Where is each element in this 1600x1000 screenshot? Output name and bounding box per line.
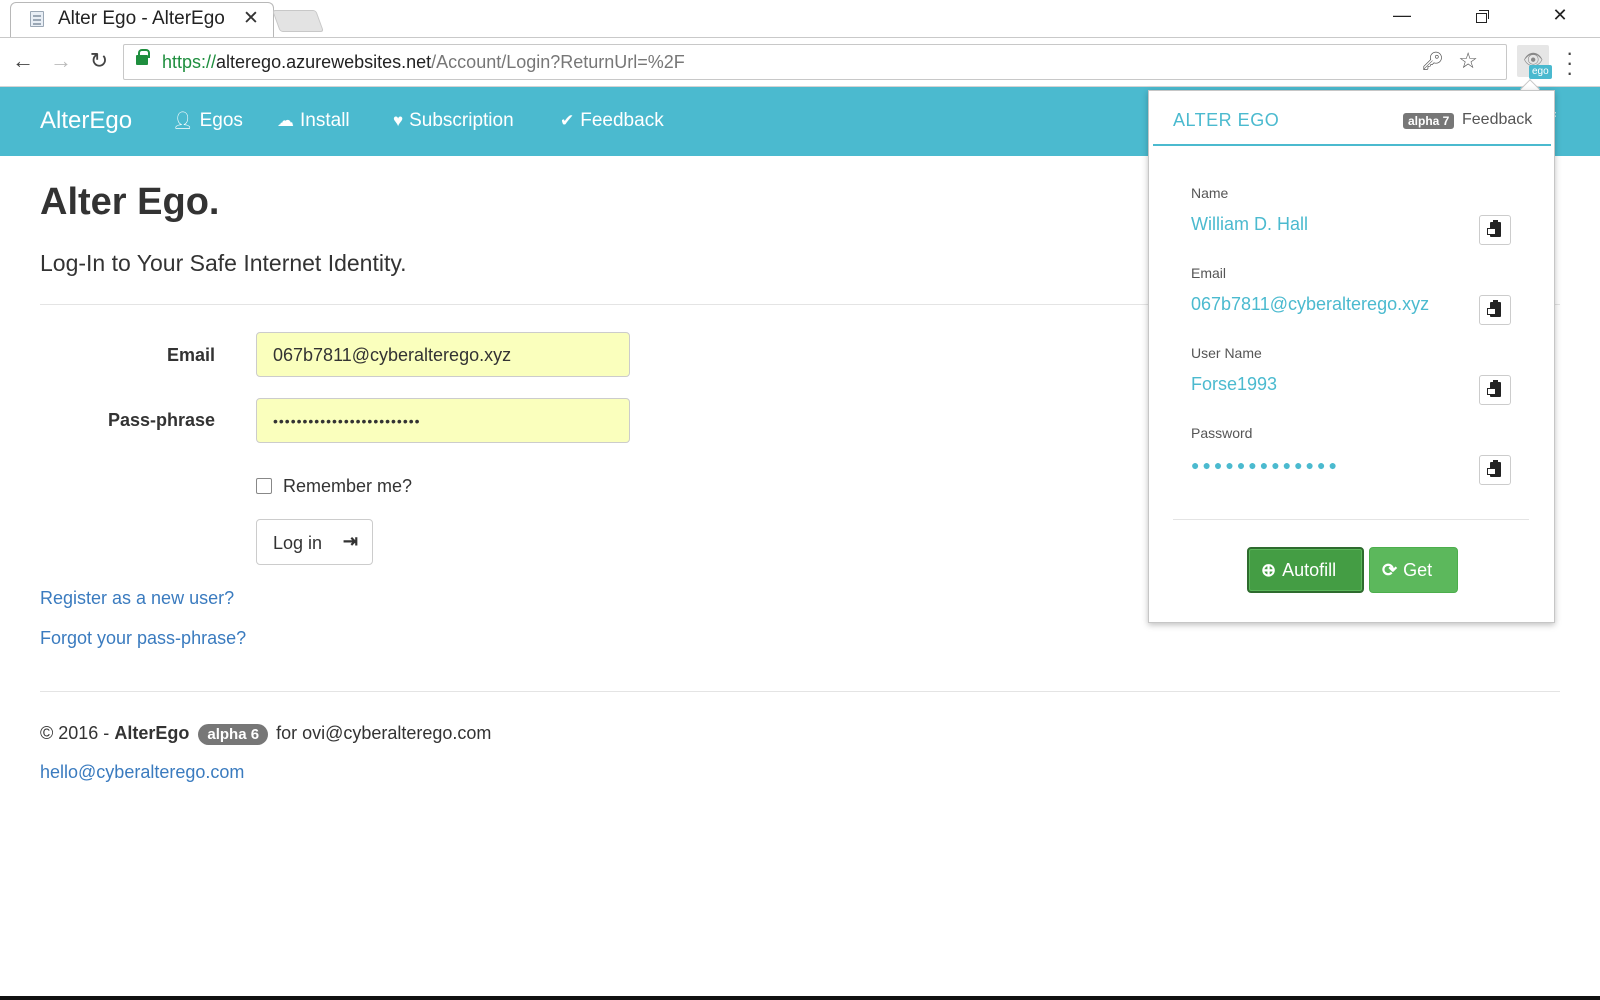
- footer-brand: AlterEgo: [114, 723, 190, 743]
- url-path: /Account/Login?ReturnUrl=%2F: [431, 52, 685, 72]
- popup-title: ALTER EGO: [1173, 110, 1280, 130]
- new-tab-button[interactable]: [271, 10, 325, 32]
- footer-copyright: © 2016 - AlterEgo alpha 6 for ovi@cybera…: [40, 723, 491, 745]
- key-icon[interactable]: 🔑︎: [1421, 51, 1444, 72]
- brand-link[interactable]: AlterEgo: [40, 107, 132, 135]
- url-host: alterego.azurewebsites.net: [216, 52, 432, 72]
- refresh-icon: ⟳: [1382, 559, 1398, 580]
- browser-tabstrip: Alter Ego - AlterEgo ✕ — ✕: [0, 0, 1600, 38]
- copyright-text: © 2016 -: [40, 723, 110, 743]
- remember-me-label[interactable]: Remember me?: [283, 476, 412, 497]
- page-title: Alter Ego.: [40, 181, 220, 223]
- nav-egos[interactable]: 👤︎ Egos: [172, 110, 243, 132]
- email-label: Email: [166, 345, 215, 365]
- popup-password-label: Password: [1191, 425, 1253, 441]
- footer-divider: [40, 691, 1560, 692]
- forward-arrow-icon[interactable]: →: [46, 48, 76, 74]
- popup-feedback-link[interactable]: Feedback: [1462, 111, 1532, 129]
- clipboard-icon: [1487, 300, 1501, 317]
- page-subtitle: Log-In to Your Safe Internet Identity.: [40, 250, 407, 276]
- popup-username-label: User Name: [1191, 345, 1262, 361]
- cloud-download-icon: ☁: [277, 111, 294, 130]
- window-close-button[interactable]: ✕: [1540, 5, 1580, 26]
- nav-subscription[interactable]: ♥ Subscription: [393, 110, 514, 132]
- passphrase-field[interactable]: •••••••••••••••••••••••••: [256, 398, 630, 443]
- extension-badge: ego: [1529, 65, 1552, 79]
- popup-name-label: Name: [1191, 185, 1229, 201]
- popup-name-value: William D. Hall: [1191, 214, 1308, 234]
- download-circle-icon: ⊕: [1261, 560, 1277, 580]
- login-button[interactable]: Log in ⇥: [256, 519, 373, 565]
- popup-version-badge: alpha 7: [1403, 113, 1455, 129]
- tab-close-icon[interactable]: ✕: [243, 7, 259, 30]
- popup-password-value: ●●●●●●●●●●●●●: [1191, 457, 1340, 473]
- autofill-button[interactable]: ⊕ Autofill: [1247, 547, 1364, 593]
- contact-email-link[interactable]: hello@cyberalterego.com: [40, 762, 244, 783]
- nav-install[interactable]: ☁ Install: [277, 110, 350, 132]
- taskbar-edge: [0, 996, 1600, 1000]
- footer-for-text: for ovi@cyberalterego.com: [276, 723, 492, 743]
- reload-icon[interactable]: ↻: [84, 48, 114, 74]
- nav-subscription-label: Subscription: [409, 110, 514, 131]
- url-text[interactable]: https://alterego.azurewebsites.net/Accou…: [162, 52, 685, 73]
- nav-egos-label: Egos: [199, 110, 243, 131]
- clipboard-icon: [1487, 380, 1501, 397]
- remember-me-checkbox[interactable]: [256, 478, 272, 494]
- login-button-label: Log in: [273, 533, 323, 553]
- forgot-passphrase-link[interactable]: Forgot your pass-phrase?: [40, 628, 246, 649]
- passphrase-label: Pass-phrase: [107, 410, 215, 430]
- lock-icon: [136, 49, 150, 65]
- nav-install-label: Install: [300, 110, 350, 131]
- tab-title: Alter Ego - AlterEgo: [58, 8, 225, 29]
- user-icon: 👤︎: [172, 111, 194, 130]
- back-arrow-icon[interactable]: ←: [8, 48, 38, 74]
- popup-username-value: Forse1993: [1191, 374, 1278, 394]
- register-link[interactable]: Register as a new user?: [40, 588, 234, 609]
- popup-email-value: 067b7811@cyberalterego.xyz: [1191, 294, 1430, 314]
- copy-email-button[interactable]: [1479, 295, 1511, 325]
- check-circle-icon: ✔: [560, 111, 575, 130]
- copy-username-button[interactable]: [1479, 375, 1511, 405]
- window-minimize-button[interactable]: —: [1382, 5, 1422, 26]
- clipboard-icon: [1487, 460, 1501, 477]
- alterego-popup: ALTER EGO alpha 7 Feedback Name William …: [1148, 90, 1555, 623]
- address-bar[interactable]: https://alterego.azurewebsites.net/Accou…: [123, 44, 1507, 80]
- clipboard-icon: [1487, 220, 1501, 237]
- popup-email-label: Email: [1191, 265, 1227, 281]
- get-button[interactable]: ⟳ Get: [1369, 547, 1458, 593]
- nav-feedback-label: Feedback: [580, 110, 664, 131]
- alterego-extension-button[interactable]: 👁︎ ego: [1517, 45, 1552, 79]
- window-restore-button[interactable]: [1476, 10, 1489, 23]
- get-label: Get: [1403, 559, 1433, 580]
- nav-feedback[interactable]: ✔ Feedback: [560, 110, 664, 132]
- browser-menu-icon[interactable]: · · ·: [1566, 42, 1573, 84]
- bookmark-star-icon[interactable]: ☆: [1458, 48, 1478, 74]
- autofill-label: Autofill: [1282, 560, 1337, 580]
- popup-header: ALTER EGO alpha 7 Feedback: [1153, 91, 1551, 146]
- page-favicon-icon: [30, 11, 44, 27]
- browser-toolbar: ← → ↻ https://alterego.azurewebsites.net…: [0, 37, 1600, 87]
- popup-divider: [1173, 519, 1529, 520]
- heart-icon: ♥: [393, 111, 404, 130]
- url-scheme: https://: [162, 52, 217, 72]
- log-in-icon: ⇥: [342, 531, 358, 551]
- copy-name-button[interactable]: [1479, 215, 1511, 245]
- version-badge: alpha 6: [198, 724, 269, 745]
- copy-password-button[interactable]: [1479, 455, 1511, 485]
- email-field[interactable]: 067b7811@cyberalterego.xyz: [256, 332, 630, 377]
